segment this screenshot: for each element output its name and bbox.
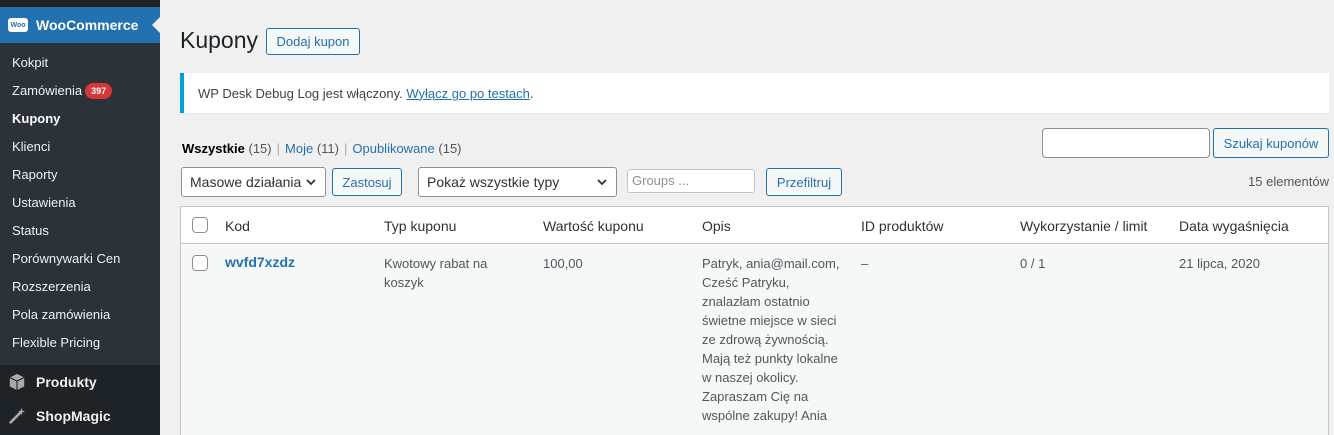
sidebar-item-shopmagic[interactable]: ShopMagic	[0, 399, 160, 433]
desc-line: znalazłam ostatnio	[702, 294, 810, 309]
sidebar-item-raporty[interactable]: Raporty	[12, 165, 58, 185]
coupon-type-value: Pokaż wszystkie typy	[427, 174, 560, 190]
bulk-actions-select[interactable]: Masowe działania	[181, 167, 326, 197]
view-count: (15)	[438, 141, 462, 156]
coupon-search-input[interactable]	[1042, 128, 1210, 158]
sidebar-item-rozszerzenia[interactable]: Rozszerzenia	[12, 277, 91, 297]
chevron-down-icon	[306, 179, 316, 186]
coupon-amount-cell: 100,00	[543, 256, 583, 271]
column-header-type: Typ kuponu	[384, 218, 457, 234]
usage-limit-cell: 0 / 1	[1020, 256, 1046, 271]
view-published-link[interactable]: Opublikowane	[352, 141, 434, 156]
column-header-amount: Wartość kuponu	[543, 218, 644, 234]
view-mine-link[interactable]: Moje	[285, 141, 313, 156]
sidebar-item-woocommerce[interactable]: Woo WooCommerce	[0, 7, 160, 43]
disable-debug-link[interactable]: Wyłącz go po testach	[406, 86, 529, 101]
row-checkbox[interactable]	[192, 255, 208, 271]
sidebar-item-flexible-pricing[interactable]: Flexible Pricing	[12, 333, 100, 353]
expiry-date-cell: 21 lipca, 2020	[1179, 256, 1260, 271]
orders-count-badge: 397	[85, 83, 113, 99]
add-coupon-button[interactable]: Dodaj kupon	[266, 28, 360, 55]
notice-suffix: .	[529, 85, 534, 101]
notice-text: WP Desk Debug Log jest włączony.	[198, 85, 403, 101]
sidebar-item-label: Produkty	[36, 374, 97, 390]
sidebar-item-klienci[interactable]: Klienci	[12, 137, 50, 157]
status-views: Wszystkie (15) | Moje (11) | Opublikowane (1…	[182, 141, 462, 156]
desc-line: ze zdrową żywnością.	[702, 332, 829, 347]
sidebar-item-porownywarki-cen[interactable]: Porównywarki Cen	[12, 249, 120, 269]
column-header-product-ids: ID produktów	[861, 218, 944, 234]
coupon-type-cell: Kwotowy rabat na koszyk	[384, 254, 487, 292]
desc-line: Patryk, ania@mail.com,	[702, 256, 840, 271]
woocommerce-submenu: Kokpit Zamówienia 397 Kupony Klienci Rapo…	[0, 43, 160, 365]
sidebar-item-produkty[interactable]: Produkty	[0, 365, 160, 399]
sidebar-item-status[interactable]: Status	[12, 221, 49, 241]
column-header-expiry-date: Data wygaśnięcia	[1179, 218, 1289, 234]
bulk-actions-value: Masowe działania	[190, 174, 302, 190]
desc-line: w naszej okolicy.	[702, 370, 799, 385]
view-all-link[interactable]: Wszystkie	[182, 141, 245, 156]
product-ids-cell: –	[861, 256, 869, 271]
filter-button[interactable]: Przefiltruj	[766, 168, 842, 196]
coupons-table: Kod Typ kuponu Wartość kuponu Opis ID pr…	[180, 206, 1329, 435]
desc-line: świetne miejsce w sieci	[702, 313, 837, 328]
box-icon	[9, 373, 25, 391]
desc-line: Mają też punkty lokalne	[702, 351, 838, 366]
view-count: (11)	[316, 141, 339, 156]
coupon-description-cell: Patryk, ania@mail.com, Cześć Patryku, zn…	[702, 254, 839, 425]
sidebar-item-kupony[interactable]: Kupony	[12, 109, 60, 129]
cell-line: Kwotowy rabat na	[384, 256, 488, 271]
table-header: Kod Typ kuponu Wartość kuponu Opis ID pr…	[181, 207, 1328, 244]
column-header-description: Opis	[702, 218, 731, 234]
select-all-checkbox[interactable]	[192, 217, 208, 233]
items-count: 15 elementów	[1248, 174, 1329, 189]
coupon-code-link[interactable]: wvfd7xzdz	[225, 254, 295, 270]
admin-sidebar: Woo WooCommerce Kokpit Zamówienia 397 Kup…	[0, 0, 160, 435]
search-coupons-button[interactable]: Szukaj kuponów	[1213, 128, 1329, 158]
separator: |	[276, 141, 281, 156]
groups-input[interactable]: Groups ...	[627, 169, 755, 193]
woocommerce-logo-icon: Woo	[8, 18, 28, 32]
sidebar-item-label: Zamówienia	[12, 83, 83, 98]
debug-log-notice: WP Desk Debug Log jest włączony. Wyłącz …	[180, 73, 1329, 113]
apply-bulk-button[interactable]: Zastosuj	[332, 168, 402, 196]
separator: |	[343, 141, 348, 156]
table-row: wvfd7xzdz Kwotowy rabat na koszyk 100,00…	[181, 244, 1328, 435]
sidebar-item-label: ShopMagic	[36, 408, 111, 424]
sidebar-item-ustawienia[interactable]: Ustawienia	[12, 193, 76, 213]
magic-wand-icon	[9, 407, 26, 424]
sidebar-item-kokpit[interactable]: Kokpit	[12, 53, 48, 73]
sidebar-item-label: WooCommerce	[36, 17, 139, 33]
sidebar-item-zamowienia[interactable]: Zamówienia 397	[12, 81, 113, 101]
coupon-type-select[interactable]: Pokaż wszystkie typy	[418, 167, 617, 197]
desc-line: wspólne zakupy! Ania	[702, 408, 828, 423]
cell-line: koszyk	[384, 275, 424, 290]
chevron-down-icon	[597, 179, 607, 186]
view-count: (15)	[248, 141, 272, 156]
column-header-usage-limit: Wykorzystanie / limit	[1020, 218, 1148, 234]
sidebar-item-pola-zamowienia[interactable]: Pola zamówienia	[12, 305, 110, 325]
column-header-code[interactable]: Kod	[225, 218, 250, 234]
desc-line: Zapraszam Cię na	[702, 389, 809, 404]
page-title: Kupony	[180, 27, 259, 53]
desc-line: Cześć Patryku,	[702, 275, 790, 290]
